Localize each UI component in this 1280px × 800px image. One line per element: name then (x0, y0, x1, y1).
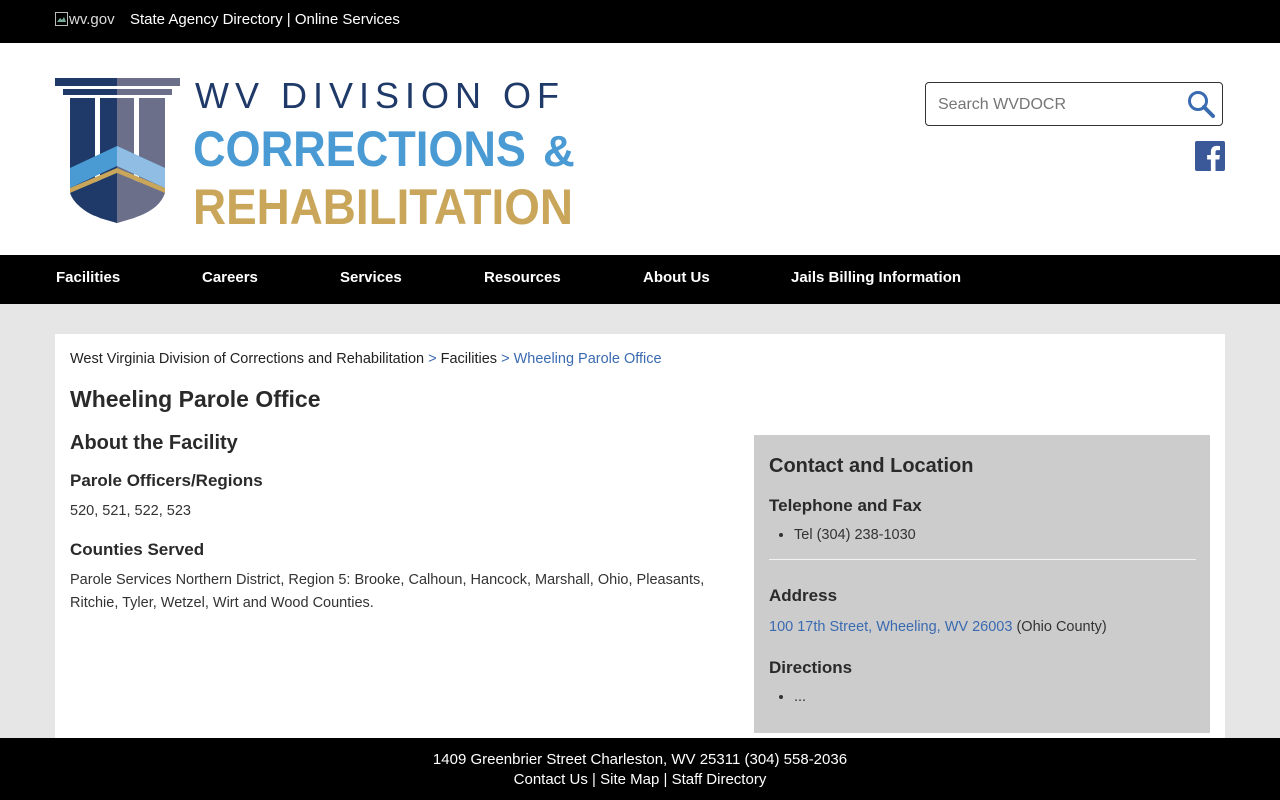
logo-line1: WV DIVISION OF (195, 78, 565, 116)
wvgov-alt-text: wv.gov (69, 11, 115, 28)
footer-contact-us-link[interactable]: Contact Us (514, 771, 588, 788)
online-services-link[interactable]: Online Services (295, 11, 400, 28)
facebook-icon[interactable] (1195, 141, 1225, 171)
footer-site-map-link[interactable]: Site Map (600, 771, 659, 788)
address-map-link[interactable]: 100 17th Street, Wheeling, WV 26003 (769, 619, 1012, 635)
phone-item: Tel (304) 238-1030 (794, 527, 916, 543)
logo-line3: REHABILITATION (193, 179, 573, 228)
about-section: About the Facility Parole Officers/Regio… (70, 432, 710, 615)
content-card: West Virginia Division of Corrections an… (55, 334, 1225, 744)
address-heading: Address (769, 586, 838, 605)
breadcrumb-separator: > (428, 351, 437, 367)
directions-list: ... (769, 689, 806, 705)
search-input[interactable] (936, 93, 1180, 117)
contact-heading: Contact and Location (769, 455, 974, 477)
top-links-separator: | (286, 11, 291, 28)
shield-emblem-icon (55, 78, 180, 223)
officers-heading: Parole Officers/Regions (70, 471, 263, 490)
main-nav: Facilities Careers Services Resources Ab… (0, 255, 1280, 304)
search-icon[interactable] (1186, 89, 1216, 119)
about-heading: About the Facility (70, 432, 238, 454)
phone-list: Tel (304) 238-1030 (769, 527, 916, 543)
logo-line2: CORRECTIONS (193, 121, 526, 177)
breadcrumb: West Virginia Division of Corrections an… (70, 351, 662, 367)
breadcrumb-separator: > (501, 351, 510, 367)
agency-directory-link[interactable]: State Agency Directory (130, 11, 283, 28)
nav-item-services[interactable]: Services (340, 269, 402, 286)
nav-item-about-us[interactable]: About Us (643, 269, 710, 286)
footer-links: Contact Us | Site Map | Staff Directory (0, 771, 1280, 788)
counties-heading: Counties Served (70, 540, 205, 559)
top-bar: wv.gov State Agency Directory | Online S… (0, 0, 1280, 43)
contact-sidebar: Contact and Location Telephone and Fax T… (754, 435, 1210, 733)
section-divider (769, 559, 1196, 560)
broken-image-icon (55, 12, 68, 26)
phone-heading: Telephone and Fax (769, 496, 922, 515)
officers-value: 520, 521, 522, 523 (70, 503, 191, 519)
footer-address: 1409 Greenbrier Street Charleston, WV 25… (432, 751, 848, 768)
nav-item-jails-billing[interactable]: Jails Billing Information (791, 269, 961, 286)
search-box (925, 82, 1223, 126)
directions-item: ... (794, 689, 806, 705)
address-county: (Ohio County) (1016, 619, 1107, 635)
footer-separator: | (592, 771, 596, 788)
site-footer: 1409 Greenbrier Street Charleston, WV 25… (0, 738, 1280, 800)
wvdocr-logo[interactable]: WV DIVISION OF CORRECTIONS & REHABILITAT… (55, 78, 585, 228)
page-title: Wheeling Parole Office (70, 386, 321, 412)
footer-separator: | (663, 771, 668, 788)
nav-item-facilities[interactable]: Facilities (56, 269, 120, 286)
breadcrumb-facilities[interactable]: Facilities (441, 351, 497, 367)
address-line: 100 17th Street, Wheeling, WV 26003 (Ohi… (769, 619, 1107, 635)
logo-amp: & (543, 127, 575, 176)
top-links: State Agency Directory | Online Services (130, 11, 400, 28)
site-header: WV DIVISION OF CORRECTIONS & REHABILITAT… (0, 43, 1280, 255)
nav-item-careers[interactable]: Careers (202, 269, 258, 286)
footer-staff-directory-link[interactable]: Staff Directory (672, 771, 767, 788)
wvgov-logo[interactable]: wv.gov (55, 11, 115, 28)
nav-item-resources[interactable]: Resources (484, 269, 561, 286)
counties-value: Parole Services Northern District, Regio… (70, 572, 705, 611)
breadcrumb-current: Wheeling Parole Office (513, 351, 662, 367)
breadcrumb-home[interactable]: West Virginia Division of Corrections an… (70, 351, 424, 367)
directions-heading: Directions (769, 658, 853, 677)
